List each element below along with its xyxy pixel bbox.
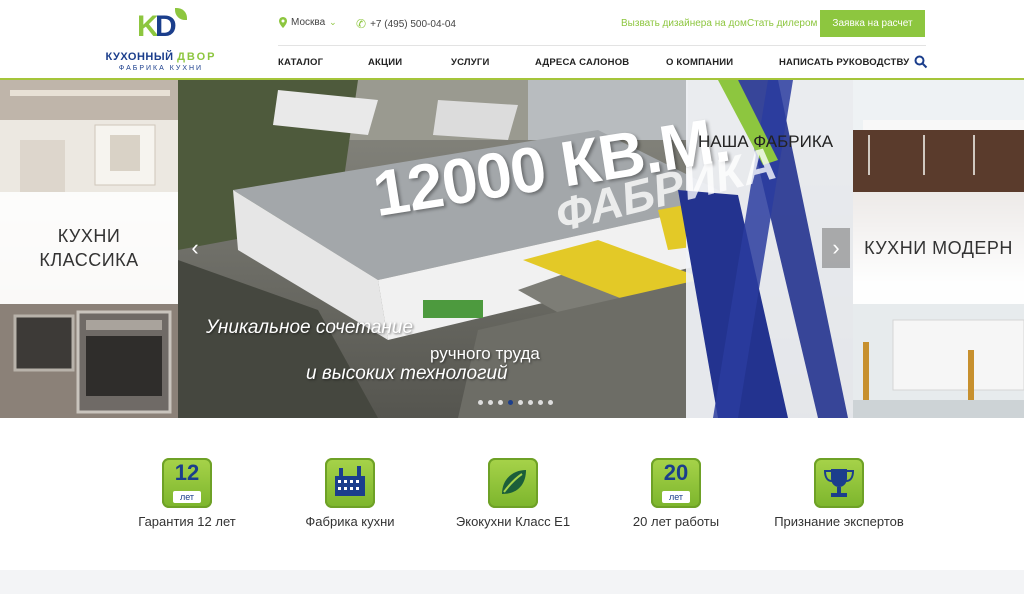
slider-dot[interactable] bbox=[538, 400, 543, 405]
slider-dot[interactable] bbox=[518, 400, 523, 405]
page: K D КУХОННЫЙ ДВОР ФАБРИКА КУХНИ Москва ⌄… bbox=[0, 0, 1024, 594]
logo-letter-d: D bbox=[155, 10, 177, 43]
feature-twenty-years-label: 20 лет работы bbox=[632, 514, 720, 529]
feature-eco[interactable]: Экокухни Класс Е1 bbox=[433, 458, 593, 529]
slider-next-arrow-icon[interactable]: › bbox=[822, 228, 850, 268]
warranty-12-years-icon: 12 лет bbox=[162, 458, 212, 508]
chevron-down-icon: ⌄ bbox=[329, 17, 337, 27]
slider-dot[interactable] bbox=[478, 400, 483, 405]
city-name: Москва bbox=[291, 17, 326, 28]
hero-slide-factory[interactable]: 12000 КВ.М. ФАБРИКА НАША ФАБРИКА Уникаль… bbox=[178, 80, 853, 418]
footer-strip bbox=[0, 570, 1024, 594]
slide-slogan-line2: ручного труда bbox=[430, 344, 540, 363]
request-calculation-button[interactable]: Заявка на расчет bbox=[820, 10, 925, 37]
factory-aerial-photo bbox=[178, 80, 853, 418]
years-number: 20 bbox=[663, 460, 689, 485]
features-row: 12 лет Гарантия 12 лет Фабрика кухни Эко… bbox=[0, 418, 1024, 568]
feature-experts[interactable]: Признание экспертов bbox=[759, 458, 919, 529]
phone-icon: ✆ bbox=[356, 17, 367, 31]
phone-number[interactable]: ✆ +7 (495) 500-04-04 bbox=[356, 17, 456, 31]
call-designer-link[interactable]: Вызвать дизайнера на дом bbox=[621, 18, 747, 29]
slider-dot[interactable] bbox=[528, 400, 533, 405]
nav-item-catalog[interactable]: КАТАЛОГ bbox=[278, 57, 323, 68]
feature-eco-label: Экокухни Класс Е1 bbox=[455, 514, 571, 529]
modern-kitchens-label: КУХНИ МОДЕРН bbox=[864, 238, 1013, 258]
slide-slogan-line1: Уникальное сочетание bbox=[206, 317, 414, 338]
phone-text: +7 (495) 500-04-04 bbox=[370, 18, 456, 30]
modern-kitchens-label-box: КУХНИ МОДЕРН bbox=[853, 192, 1024, 304]
feature-factory-label: Фабрика кухни bbox=[305, 514, 395, 529]
slider-dot[interactable] bbox=[508, 400, 513, 405]
logo-leaf-icon bbox=[175, 8, 187, 20]
city-selector[interactable]: Москва ⌄ bbox=[279, 17, 337, 28]
nav-item-about[interactable]: О КОМПАНИИ bbox=[666, 57, 733, 68]
feature-factory[interactable]: Фабрика кухни bbox=[270, 458, 430, 529]
warranty-number: 12 bbox=[174, 460, 200, 485]
location-pin-icon bbox=[279, 17, 287, 28]
slider-dots bbox=[478, 400, 553, 405]
twenty-years-icon: 20 лет bbox=[651, 458, 701, 508]
slider-dot[interactable] bbox=[498, 400, 503, 405]
feature-twenty-years[interactable]: 20 лет 20 лет работы bbox=[596, 458, 756, 529]
slide-slogan-line3: и высоких технологий bbox=[306, 363, 508, 384]
years-unit: лет bbox=[662, 491, 690, 503]
main-nav: КАТАЛОГ АКЦИИ УСЛУГИ АДРЕСА САЛОНОВ О КО… bbox=[0, 57, 1024, 69]
slide-caption: НАША ФАБРИКА bbox=[698, 132, 834, 151]
factory-icon bbox=[325, 458, 375, 508]
modern-kitchens-panel[interactable]: КУХНИ МОДЕРН bbox=[853, 80, 1024, 418]
nav-item-services[interactable]: УСЛУГИ bbox=[451, 57, 490, 68]
logo-letter-k: K bbox=[137, 10, 159, 43]
classic-kitchens-panel[interactable]: КУХНИ КЛАССИКА bbox=[0, 80, 178, 418]
nav-item-write-management[interactable]: НАПИСАТЬ РУКОВОДСТВУ bbox=[779, 57, 909, 68]
feature-warranty-label: Гарантия 12 лет bbox=[138, 514, 236, 529]
classic-kitchens-label-line1: КУХНИ bbox=[57, 226, 121, 246]
warranty-unit: лет bbox=[173, 491, 201, 503]
feature-warranty[interactable]: 12 лет Гарантия 12 лет bbox=[107, 458, 267, 529]
slider-dot[interactable] bbox=[548, 400, 553, 405]
hero-slider: КУХНИ КЛАССИКА 12000 КВ.М. ФАБРИКА НАША … bbox=[0, 80, 1024, 418]
classic-kitchens-label-box: КУХНИ КЛАССИКА bbox=[0, 192, 178, 304]
slider-dot[interactable] bbox=[488, 400, 493, 405]
become-dealer-link[interactable]: Стать дилером bbox=[747, 18, 817, 29]
search-icon[interactable] bbox=[914, 55, 928, 69]
slider-prev-arrow-icon[interactable]: ‹ bbox=[181, 228, 209, 268]
header-divider bbox=[278, 45, 926, 46]
nav-item-promotions[interactable]: АКЦИИ bbox=[368, 57, 402, 68]
classic-kitchens-label-line2: КЛАССИКА bbox=[39, 250, 139, 270]
feature-experts-label: Признание экспертов bbox=[774, 514, 904, 529]
trophy-icon bbox=[814, 458, 864, 508]
logo-mark: K D bbox=[131, 8, 191, 43]
eco-leaf-icon bbox=[488, 458, 538, 508]
site-header: K D КУХОННЫЙ ДВОР ФАБРИКА КУХНИ Москва ⌄… bbox=[0, 0, 1024, 80]
nav-item-salon-addresses[interactable]: АДРЕСА САЛОНОВ bbox=[535, 57, 629, 68]
